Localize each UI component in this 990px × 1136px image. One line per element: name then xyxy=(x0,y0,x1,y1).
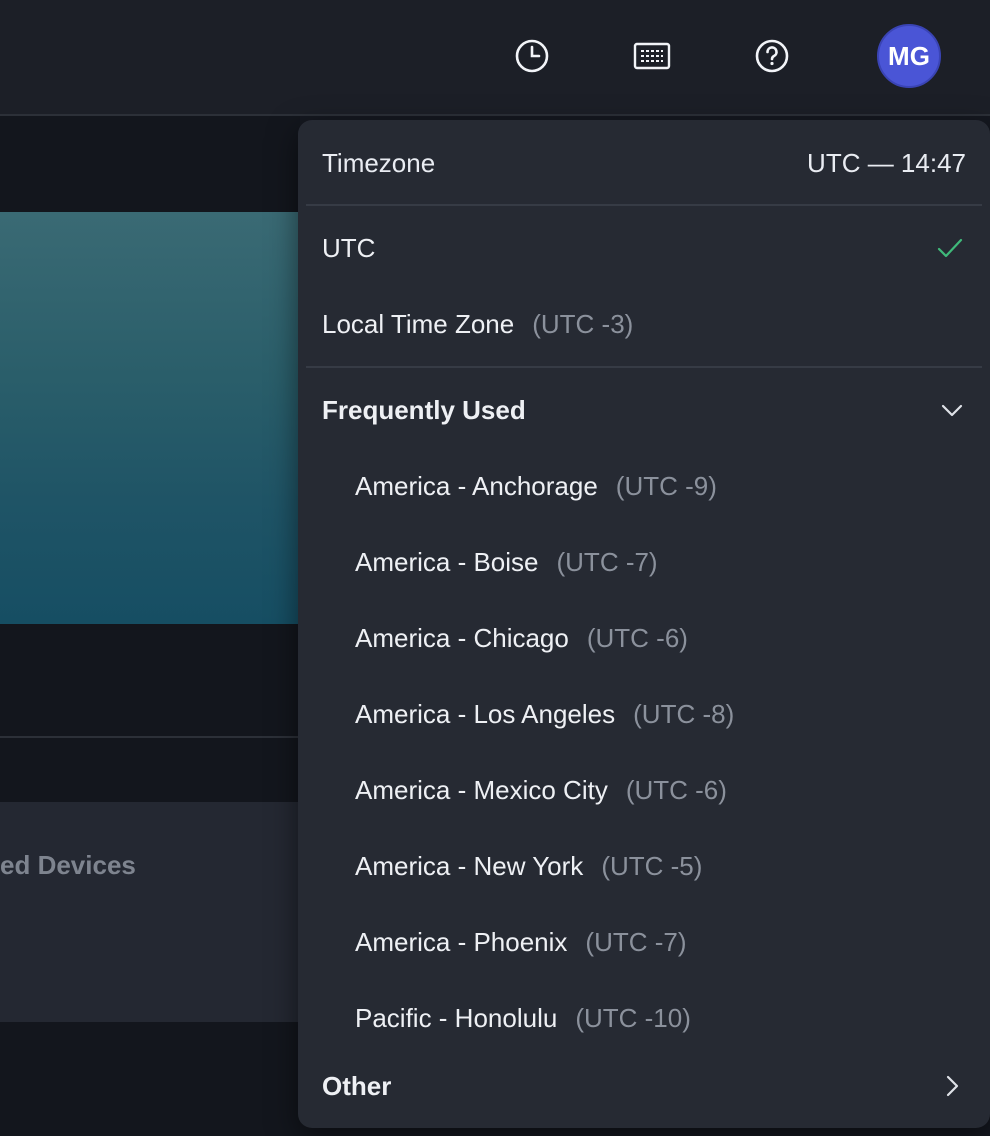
item-label: America - Boise xyxy=(355,546,539,577)
page-background xyxy=(0,1022,300,1136)
timezone-item[interactable]: America - Boise (UTC -7) xyxy=(298,524,990,600)
timezone-option-local[interactable]: Local Time Zone (UTC -3) xyxy=(298,286,990,362)
item-label: America - Anchorage xyxy=(355,470,598,501)
timezone-item[interactable]: America - Phoenix (UTC -7) xyxy=(298,904,990,980)
item-offset: (UTC -5) xyxy=(601,850,703,881)
option-label: UTC xyxy=(322,232,376,263)
timezone-item[interactable]: America - New York (UTC -5) xyxy=(298,828,990,904)
section-label: Frequently Used xyxy=(322,394,526,425)
timezone-label: Timezone xyxy=(322,147,436,178)
page-background xyxy=(0,116,300,212)
frequently-used-section[interactable]: Frequently Used xyxy=(298,372,990,448)
page-background xyxy=(0,624,300,736)
item-offset: (UTC -8) xyxy=(633,698,735,729)
timezone-item[interactable]: America - Mexico City (UTC -6) xyxy=(298,752,990,828)
option-label: Local Time Zone xyxy=(322,308,515,339)
divider xyxy=(306,204,982,206)
devices-card[interactable]: ed Devices xyxy=(0,802,300,1022)
timezone-dropdown: Timezone UTC — 14:47 UTC Local Time Zone… xyxy=(298,120,990,1128)
item-offset: (UTC -7) xyxy=(556,546,658,577)
timezone-item[interactable]: America - Chicago (UTC -6) xyxy=(298,600,990,676)
timezone-option-utc[interactable]: UTC xyxy=(298,210,990,286)
top-bar: MG xyxy=(0,0,990,116)
hero-banner xyxy=(0,212,300,624)
current-time: UTC — 14:47 xyxy=(807,147,966,178)
devices-card-title: ed Devices xyxy=(0,850,136,880)
checkmark-icon xyxy=(936,234,964,269)
user-avatar[interactable]: MG xyxy=(877,24,941,88)
item-label: America - Los Angeles xyxy=(355,698,616,729)
item-offset: (UTC -9) xyxy=(615,470,717,501)
item-offset: (UTC -6) xyxy=(625,774,727,805)
item-offset: (UTC -6) xyxy=(586,622,688,653)
timezone-header: Timezone UTC — 14:47 xyxy=(298,120,990,206)
section-label: Other xyxy=(322,1070,392,1101)
timezone-item[interactable]: America - Los Angeles (UTC -8) xyxy=(298,676,990,752)
item-offset: (UTC -10) xyxy=(575,1002,691,1033)
item-label: America - Phoenix xyxy=(355,926,568,957)
keyboard-icon[interactable] xyxy=(632,36,672,76)
clock-icon[interactable] xyxy=(512,36,552,76)
chevron-down-icon xyxy=(940,398,964,429)
item-label: America - Chicago xyxy=(355,622,569,653)
item-label: America - New York xyxy=(355,850,584,881)
item-label: America - Mexico City xyxy=(355,774,608,805)
timezone-item[interactable]: America - Anchorage (UTC -9) xyxy=(298,448,990,524)
divider xyxy=(306,366,982,368)
item-label: Pacific - Honolulu xyxy=(355,1002,558,1033)
timezone-item[interactable]: Pacific - Honolulu (UTC -10) xyxy=(298,980,990,1056)
help-icon[interactable] xyxy=(752,36,792,76)
chevron-right-icon xyxy=(940,1074,964,1105)
option-offset: (UTC -3) xyxy=(532,308,634,339)
item-offset: (UTC -7) xyxy=(585,926,687,957)
other-section[interactable]: Other xyxy=(298,1048,990,1124)
page-background xyxy=(0,738,300,802)
